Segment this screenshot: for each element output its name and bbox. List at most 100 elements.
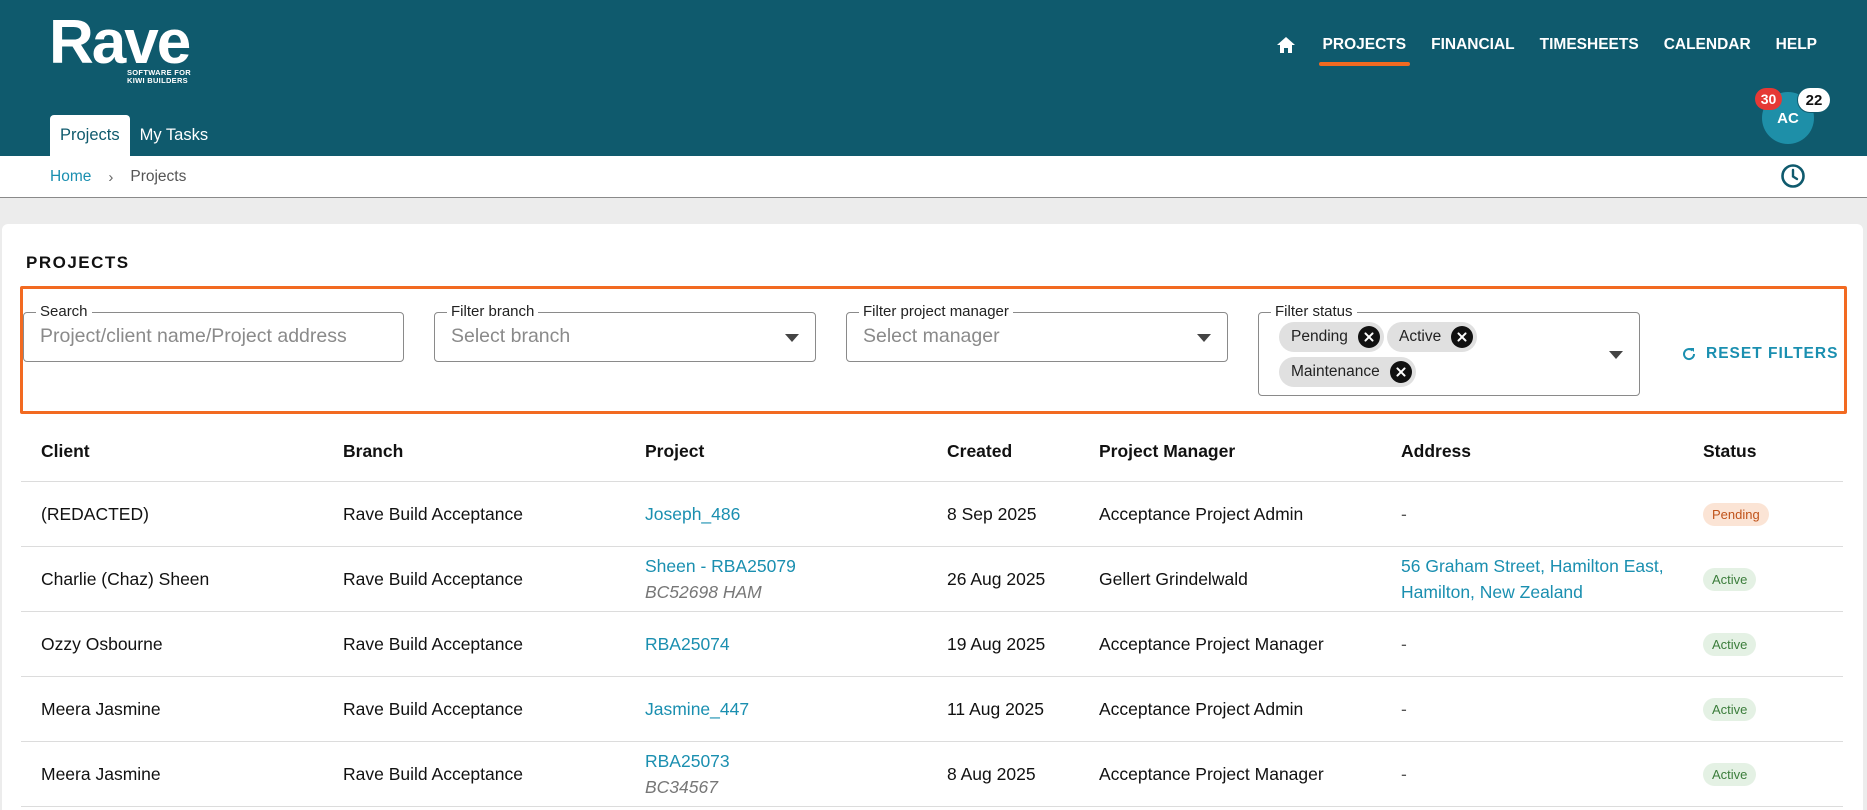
nav-help[interactable]: HELP <box>1776 36 1817 54</box>
sub-tabs: Projects My Tasks <box>50 115 218 156</box>
logo-tagline-line-2: KIWI BUILDERS <box>127 76 188 85</box>
created-cell: 8 Sep 2025 <box>947 503 1037 524</box>
rave-logo[interactable]: Rave SOFTWARE FOR KIWI BUILDERS <box>49 8 191 85</box>
client-cell: Charlie (Chaz) Sheen <box>41 568 210 589</box>
created-cell: 19 Aug 2025 <box>947 633 1046 654</box>
notification-badge-red[interactable]: 30 <box>1755 88 1782 110</box>
address-cell: - <box>1401 698 1407 719</box>
page-title: PROJECTS <box>26 253 130 272</box>
address-cell: - <box>1401 503 1407 524</box>
project-manager-cell: Acceptance Project Admin <box>1099 698 1304 719</box>
close-icon[interactable] <box>1389 361 1412 383</box>
column-header-client[interactable]: Client <box>41 422 90 481</box>
top-navigation: PROJECTS FINANCIAL TIMESHEETS CALENDAR H… <box>1274 34 1817 66</box>
tab-my-tasks[interactable]: My Tasks <box>130 115 218 156</box>
status-badge: Active <box>1703 762 1757 786</box>
table-row[interactable]: Ozzy Osbourne Rave Build Acceptance RBA2… <box>21 612 1843 677</box>
chevron-down-icon[interactable] <box>1609 351 1623 359</box>
manager-label: Filter project manager <box>859 303 1013 321</box>
table-row[interactable]: Meera Jasmine Rave Build Acceptance Jasm… <box>21 677 1843 742</box>
table-row[interactable]: (REDACTED) Rave Build Acceptance Joseph_… <box>21 482 1843 547</box>
notification-badge-white[interactable]: 22 <box>1798 88 1830 112</box>
project-cell: RBA25074 <box>645 612 730 676</box>
address-link-line-2[interactable]: Hamilton, New Zealand <box>1401 579 1664 605</box>
project-manager-cell: Acceptance Project Manager <box>1099 633 1324 654</box>
table-row[interactable]: Charlie (Chaz) Sheen Rave Build Acceptan… <box>21 547 1843 612</box>
breadcrumb: Home › Projects <box>50 168 186 186</box>
close-icon[interactable] <box>1357 326 1380 348</box>
clock-icon[interactable] <box>1780 163 1806 189</box>
project-manager-cell: Acceptance Project Manager <box>1099 763 1324 784</box>
breadcrumb-home[interactable]: Home <box>50 168 91 186</box>
chip-label: Pending <box>1291 328 1348 345</box>
project-link[interactable]: Sheen - RBA25079 <box>645 553 796 579</box>
project-manager-cell: Gellert Grindelwald <box>1099 568 1248 589</box>
tab-projects[interactable]: Projects <box>50 115 130 156</box>
project-link[interactable]: Joseph_486 <box>645 501 740 527</box>
column-header-status[interactable]: Status <box>1703 422 1756 481</box>
projects-table: Client Branch Project Created Project Ma… <box>21 422 1843 807</box>
status-cell: Active <box>1703 742 1757 806</box>
reset-filters-button[interactable]: RESET FILTERS <box>1681 345 1838 363</box>
search-input[interactable]: Project/client name/Project address <box>40 325 347 348</box>
status-cell: Active <box>1703 677 1757 741</box>
project-link[interactable]: Jasmine_447 <box>645 696 749 722</box>
search-label: Search <box>36 303 92 321</box>
breadcrumb-separator: › <box>108 168 114 186</box>
status-badge: Active <box>1703 567 1757 591</box>
breadcrumb-current: Projects <box>130 168 187 185</box>
app-header: Rave SOFTWARE FOR KIWI BUILDERS PROJECTS… <box>0 0 1867 156</box>
branch-cell: Rave Build Acceptance <box>343 763 523 784</box>
project-cell: Jasmine_447 <box>645 677 749 741</box>
project-cell: Joseph_486 <box>645 482 740 546</box>
home-icon[interactable] <box>1274 34 1298 56</box>
column-header-project-manager[interactable]: Project Manager <box>1099 422 1235 481</box>
nav-timesheets[interactable]: TIMESHEETS <box>1540 36 1639 54</box>
branch-select[interactable]: Filter branch Select branch <box>434 303 816 362</box>
project-consent-number: BC52698 HAM <box>645 582 762 602</box>
table-header-row: Client Branch Project Created Project Ma… <box>21 422 1843 482</box>
created-cell: 8 Aug 2025 <box>947 763 1036 784</box>
status-cell: Active <box>1703 547 1757 611</box>
project-link[interactable]: RBA25074 <box>645 631 730 657</box>
reset-filters-label: RESET FILTERS <box>1706 345 1839 362</box>
client-cell: (REDACTED) <box>41 503 149 524</box>
project-consent-number: BC34567 <box>645 777 718 797</box>
nav-calendar[interactable]: CALENDAR <box>1664 36 1751 54</box>
chip-label: Maintenance <box>1291 363 1380 380</box>
status-cell: Active <box>1703 612 1757 676</box>
project-link[interactable]: RBA25073 <box>645 748 730 774</box>
nav-financial[interactable]: FINANCIAL <box>1431 36 1515 54</box>
branch-cell: Rave Build Acceptance <box>343 698 523 719</box>
project-manager-cell: Acceptance Project Admin <box>1099 503 1304 524</box>
created-cell: 11 Aug 2025 <box>947 698 1044 719</box>
column-header-project[interactable]: Project <box>645 422 704 481</box>
client-cell: Meera Jasmine <box>41 763 161 784</box>
created-cell: 26 Aug 2025 <box>947 568 1046 589</box>
logo-word: Rave <box>49 8 191 77</box>
column-header-created[interactable]: Created <box>947 422 1012 481</box>
nav-projects[interactable]: PROJECTS <box>1318 36 1410 66</box>
close-icon[interactable] <box>1451 326 1474 348</box>
search-field[interactable]: Search Project/client name/Project addre… <box>23 303 404 362</box>
breadcrumb-bar: Home › Projects <box>0 156 1867 198</box>
address-link-line-1[interactable]: 56 Graham Street, Hamilton East, <box>1401 553 1664 579</box>
status-chip-active: Active <box>1387 322 1478 352</box>
status-label: Filter status <box>1271 303 1357 321</box>
branch-label: Filter branch <box>447 303 539 321</box>
status-cell: Pending <box>1703 482 1769 546</box>
refresh-icon <box>1683 348 1696 361</box>
manager-placeholder: Select manager <box>863 325 1000 347</box>
project-cell: RBA25073 BC34567 <box>645 742 730 806</box>
chip-label: Active <box>1399 328 1442 345</box>
manager-select[interactable]: Filter project manager Select manager <box>846 303 1228 362</box>
status-badge: Active <box>1703 697 1757 721</box>
chevron-down-icon[interactable] <box>1197 334 1211 342</box>
status-select[interactable]: Filter status Pending Active Maintenance <box>1258 303 1640 396</box>
chevron-down-icon[interactable] <box>785 334 799 342</box>
branch-cell: Rave Build Acceptance <box>343 568 523 589</box>
table-row[interactable]: Meera Jasmine Rave Build Acceptance RBA2… <box>21 742 1843 807</box>
column-header-address[interactable]: Address <box>1401 422 1471 481</box>
column-header-branch[interactable]: Branch <box>343 422 403 481</box>
status-chip-pending: Pending <box>1279 322 1384 352</box>
